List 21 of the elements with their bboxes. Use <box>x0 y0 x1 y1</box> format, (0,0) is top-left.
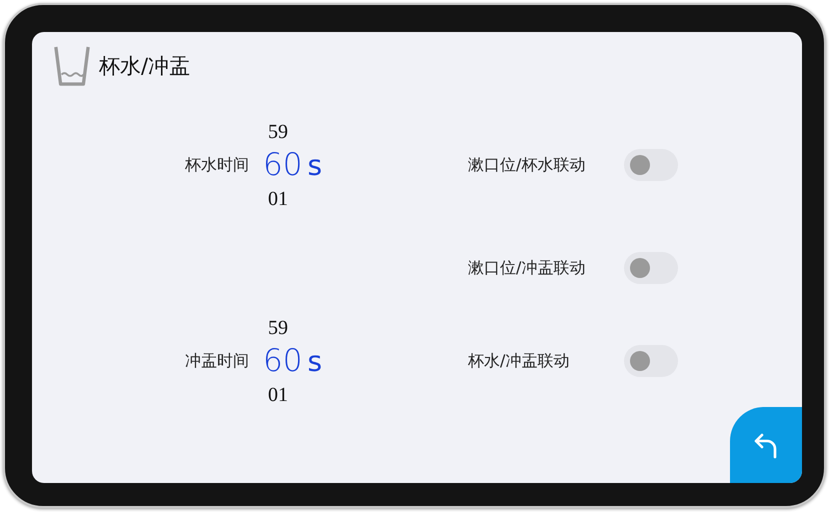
next-value: 01 <box>267 186 288 212</box>
unit-label: s <box>307 344 322 380</box>
page-title: 杯水/冲盂 <box>99 53 190 80</box>
next-value: 01 <box>267 382 288 408</box>
timer-label: 杯水时间 <box>185 154 249 176</box>
back-button[interactable] <box>730 407 802 483</box>
timer-label: 冲盂时间 <box>185 350 249 372</box>
toggle-label: 漱口位/冲盂联动 <box>468 258 586 278</box>
cup-icon <box>53 45 91 87</box>
previous-value: 59 <box>267 316 288 340</box>
toggle-label: 杯水/冲盂联动 <box>468 350 570 372</box>
toggle-switch[interactable] <box>624 345 678 377</box>
selected-value: 60 <box>263 146 302 182</box>
number-picker[interactable]: 59 60 s 01 <box>263 116 322 214</box>
unit-label: s <box>307 148 322 184</box>
number-picker[interactable]: 59 60 s 01 <box>263 312 322 410</box>
toggle-switch[interactable] <box>624 252 678 284</box>
previous-value: 59 <box>267 120 288 144</box>
toggle-label: 漱口位/杯水联动 <box>468 154 586 176</box>
toggle-switch[interactable] <box>624 149 678 181</box>
selected-value: 60 <box>263 342 302 378</box>
